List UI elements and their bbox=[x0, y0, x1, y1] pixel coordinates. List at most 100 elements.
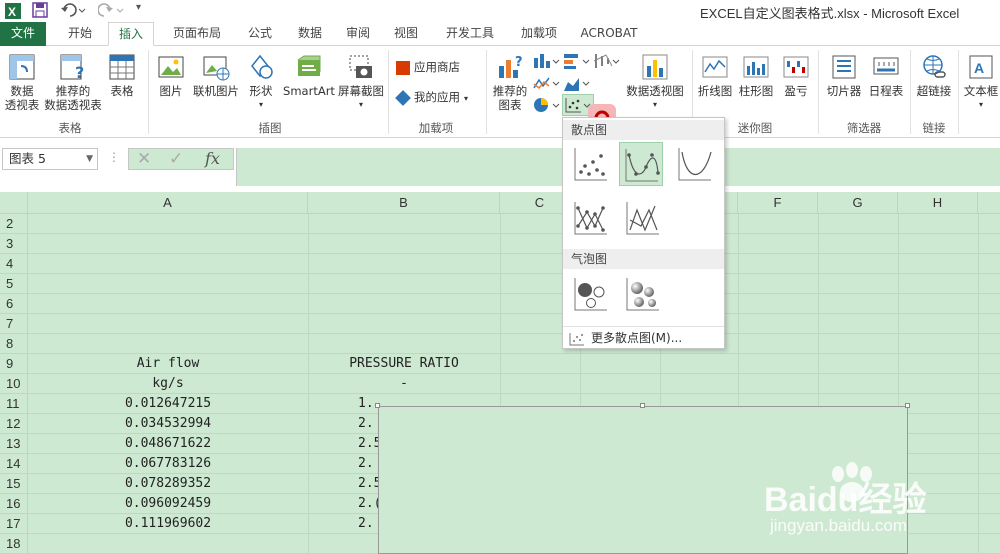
cell-a[interactable]: 0.078289352 bbox=[28, 474, 308, 494]
pie-chart-button[interactable] bbox=[532, 96, 560, 116]
cell-b[interactable] bbox=[358, 214, 378, 234]
cell-a[interactable]: 0.048671622 bbox=[28, 434, 308, 454]
cell-a[interactable] bbox=[28, 234, 308, 254]
recommended-charts-button[interactable]: ? 推荐的 图表 bbox=[490, 52, 530, 112]
row-header[interactable]: 18 bbox=[0, 534, 28, 554]
cell-b[interactable]: 2. bbox=[358, 454, 378, 474]
column-header-b[interactable]: B bbox=[308, 192, 500, 214]
cell-a[interactable] bbox=[28, 214, 308, 234]
cell-a[interactable]: 0.012647215 bbox=[28, 394, 308, 414]
stock-chart-button[interactable] bbox=[592, 52, 620, 72]
line-chart-button[interactable] bbox=[532, 74, 560, 94]
tab-formulas[interactable]: 公式 bbox=[236, 22, 284, 46]
scatter-straight-lines-option[interactable] bbox=[621, 196, 665, 240]
more-scatter-charts-option[interactable]: 更多散点图(M)... bbox=[563, 326, 724, 348]
sparkline-winloss-button[interactable]: 盈亏 bbox=[780, 52, 812, 98]
row-header[interactable]: 10 bbox=[0, 374, 28, 394]
row-header[interactable]: 2 bbox=[0, 214, 28, 234]
tab-developer[interactable]: 开发工具 bbox=[436, 22, 504, 46]
pictures-button[interactable]: 图片 bbox=[154, 52, 188, 98]
sparkline-column-button[interactable]: 柱形图 bbox=[736, 52, 776, 98]
chart-resize-handle[interactable] bbox=[375, 403, 380, 408]
scatter-smooth-markers-option[interactable] bbox=[619, 142, 663, 186]
recommended-pivot-button[interactable]: ? 推荐的 数据透视表 bbox=[44, 52, 102, 112]
cell-a[interactable] bbox=[28, 294, 308, 314]
cell-b[interactable]: 2.5 bbox=[358, 434, 378, 454]
name-box-dropdown-icon[interactable]: ▼ bbox=[86, 149, 93, 169]
tab-view[interactable]: 视图 bbox=[384, 22, 428, 46]
row-header[interactable]: 16 bbox=[0, 494, 28, 514]
timeline-button[interactable]: 日程表 bbox=[866, 52, 906, 98]
row-header[interactable]: 5 bbox=[0, 274, 28, 294]
tab-page-layout[interactable]: 页面布局 bbox=[160, 22, 234, 46]
enter-icon[interactable]: ✓ bbox=[169, 149, 183, 169]
cell-b[interactable] bbox=[358, 314, 378, 334]
cell-a[interactable] bbox=[28, 254, 308, 274]
insert-function-icon[interactable]: fx bbox=[205, 149, 220, 168]
pivot-chart-button[interactable]: 数据透视图 ▾ bbox=[624, 52, 686, 112]
cell-b[interactable] bbox=[358, 274, 378, 294]
slicer-button[interactable]: 切片器 bbox=[824, 52, 864, 98]
textbox-button[interactable]: A 文本框 ▾ bbox=[962, 52, 1000, 112]
cell-b[interactable]: 2. bbox=[358, 414, 378, 434]
shapes-button[interactable]: 形状 ▾ bbox=[244, 52, 278, 112]
tab-insert[interactable]: 插入 bbox=[108, 22, 154, 46]
save-icon[interactable] bbox=[32, 2, 48, 20]
row-header[interactable]: 7 bbox=[0, 314, 28, 334]
screenshot-button[interactable]: 屏幕截图 ▾ bbox=[336, 52, 386, 112]
cancel-icon[interactable]: ✕ bbox=[137, 149, 151, 169]
tab-data[interactable]: 数据 bbox=[286, 22, 334, 46]
cell-b[interactable]: PRESSURE RATIO bbox=[308, 354, 500, 374]
table-button[interactable]: 表格 bbox=[104, 52, 140, 98]
column-header-g[interactable]: G bbox=[818, 192, 898, 214]
select-all-corner[interactable] bbox=[0, 192, 28, 214]
row-header[interactable]: 13 bbox=[0, 434, 28, 454]
cell-a[interactable]: 0.096092459 bbox=[28, 494, 308, 514]
row-header[interactable]: 4 bbox=[0, 254, 28, 274]
tab-home[interactable]: 开始 bbox=[56, 22, 104, 46]
row-header[interactable]: 3 bbox=[0, 234, 28, 254]
pivot-table-button[interactable]: 数据 透视表 bbox=[2, 52, 42, 112]
cell-b[interactable]: 2.( bbox=[358, 494, 378, 514]
tab-file[interactable]: 文件 bbox=[0, 22, 46, 46]
row-header[interactable]: 9 bbox=[0, 354, 28, 374]
scatter-smooth-lines-option[interactable] bbox=[673, 142, 717, 186]
scatter-straight-markers-option[interactable] bbox=[569, 196, 613, 240]
row-header[interactable]: 12 bbox=[0, 414, 28, 434]
row-header[interactable]: 17 bbox=[0, 514, 28, 534]
cell-b[interactable] bbox=[358, 334, 378, 354]
chart-resize-handle[interactable] bbox=[905, 403, 910, 408]
cell-a[interactable]: 0.111969602 bbox=[28, 514, 308, 534]
column-chart-button[interactable] bbox=[532, 52, 560, 72]
column-header-f[interactable]: F bbox=[738, 192, 818, 214]
cell-b[interactable]: - bbox=[308, 374, 500, 394]
my-apps-button[interactable]: 我的应用 ▾ bbox=[395, 89, 468, 108]
cell-a[interactable]: Air flow bbox=[28, 354, 308, 374]
cell-b[interactable]: 2.5 bbox=[358, 474, 378, 494]
online-pictures-button[interactable]: 联机图片 bbox=[190, 52, 242, 98]
column-header-a[interactable]: A bbox=[28, 192, 308, 214]
row-header[interactable]: 15 bbox=[0, 474, 28, 494]
tab-review[interactable]: 审阅 bbox=[336, 22, 380, 46]
smartart-button[interactable]: SmartArt bbox=[282, 52, 336, 98]
area-chart-button[interactable] bbox=[562, 74, 590, 94]
undo-icon[interactable] bbox=[60, 2, 86, 20]
chart-resize-handle[interactable] bbox=[640, 403, 645, 408]
bubble-option[interactable] bbox=[569, 272, 613, 316]
scatter-markers-only-option[interactable] bbox=[569, 142, 613, 186]
cell-a[interactable]: 0.067783126 bbox=[28, 454, 308, 474]
hyperlink-button[interactable]: 超链接 bbox=[914, 52, 954, 98]
cell-b[interactable] bbox=[358, 294, 378, 314]
cell-a[interactable]: 0.034532994 bbox=[28, 414, 308, 434]
cell-a[interactable] bbox=[28, 274, 308, 294]
tab-acrobat[interactable]: ACROBAT bbox=[576, 22, 642, 46]
redo-icon[interactable] bbox=[97, 2, 124, 20]
row-header[interactable]: 6 bbox=[0, 294, 28, 314]
bubble-3d-option[interactable] bbox=[621, 272, 665, 316]
row-header[interactable]: 14 bbox=[0, 454, 28, 474]
column-header-h[interactable]: H bbox=[898, 192, 978, 214]
cell-b[interactable] bbox=[358, 534, 378, 554]
name-box[interactable]: 图表 5 ▼ bbox=[2, 148, 98, 170]
cell-b[interactable]: 2. bbox=[358, 514, 378, 534]
cell-a[interactable] bbox=[28, 534, 308, 554]
